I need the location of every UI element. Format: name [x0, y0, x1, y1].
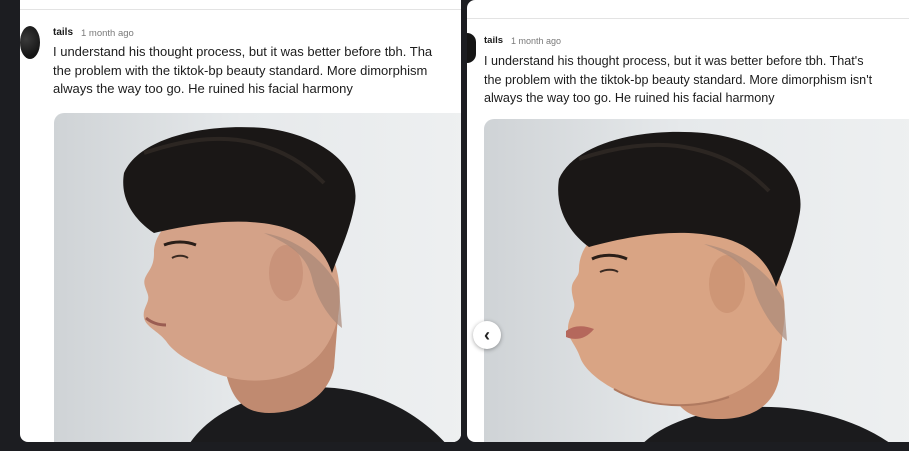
comment-text: I understand his thought process, but it…	[484, 52, 872, 108]
timestamp: 1 month ago	[511, 36, 562, 46]
comment-line: I understand his thought process, but it…	[484, 54, 864, 68]
username[interactable]: tails	[484, 35, 503, 46]
comment-line: the problem with the tiktok-bp beauty st…	[484, 72, 873, 87]
comment-photo[interactable]	[54, 113, 461, 442]
comment-line: I understand his thought process, but it…	[53, 44, 433, 59]
left-comment-card: tails 1 month ago I understand his thoug…	[20, 0, 461, 442]
man-profile-illustration	[123, 127, 445, 442]
right-comment-card: tails 1 month ago I understand his thoug…	[467, 0, 909, 442]
divider	[20, 9, 461, 10]
comment-line: always the way too go. He ruined his fac…	[53, 81, 353, 96]
chevron-left-icon[interactable]: ‹	[473, 321, 501, 349]
comment-photo[interactable]	[484, 119, 909, 442]
username[interactable]: tails	[53, 27, 73, 38]
man-profile-illustration	[558, 131, 889, 442]
comment-line: the problem with the tiktok-bp beauty st…	[53, 62, 428, 78]
avatar[interactable]	[20, 26, 40, 59]
divider	[467, 18, 909, 19]
comment-text: I understand his thought process, but it…	[53, 43, 432, 99]
comment-line: always the way too go. He ruined his fac…	[484, 91, 775, 105]
avatar[interactable]	[467, 33, 476, 63]
timestamp: 1 month ago	[81, 28, 134, 39]
